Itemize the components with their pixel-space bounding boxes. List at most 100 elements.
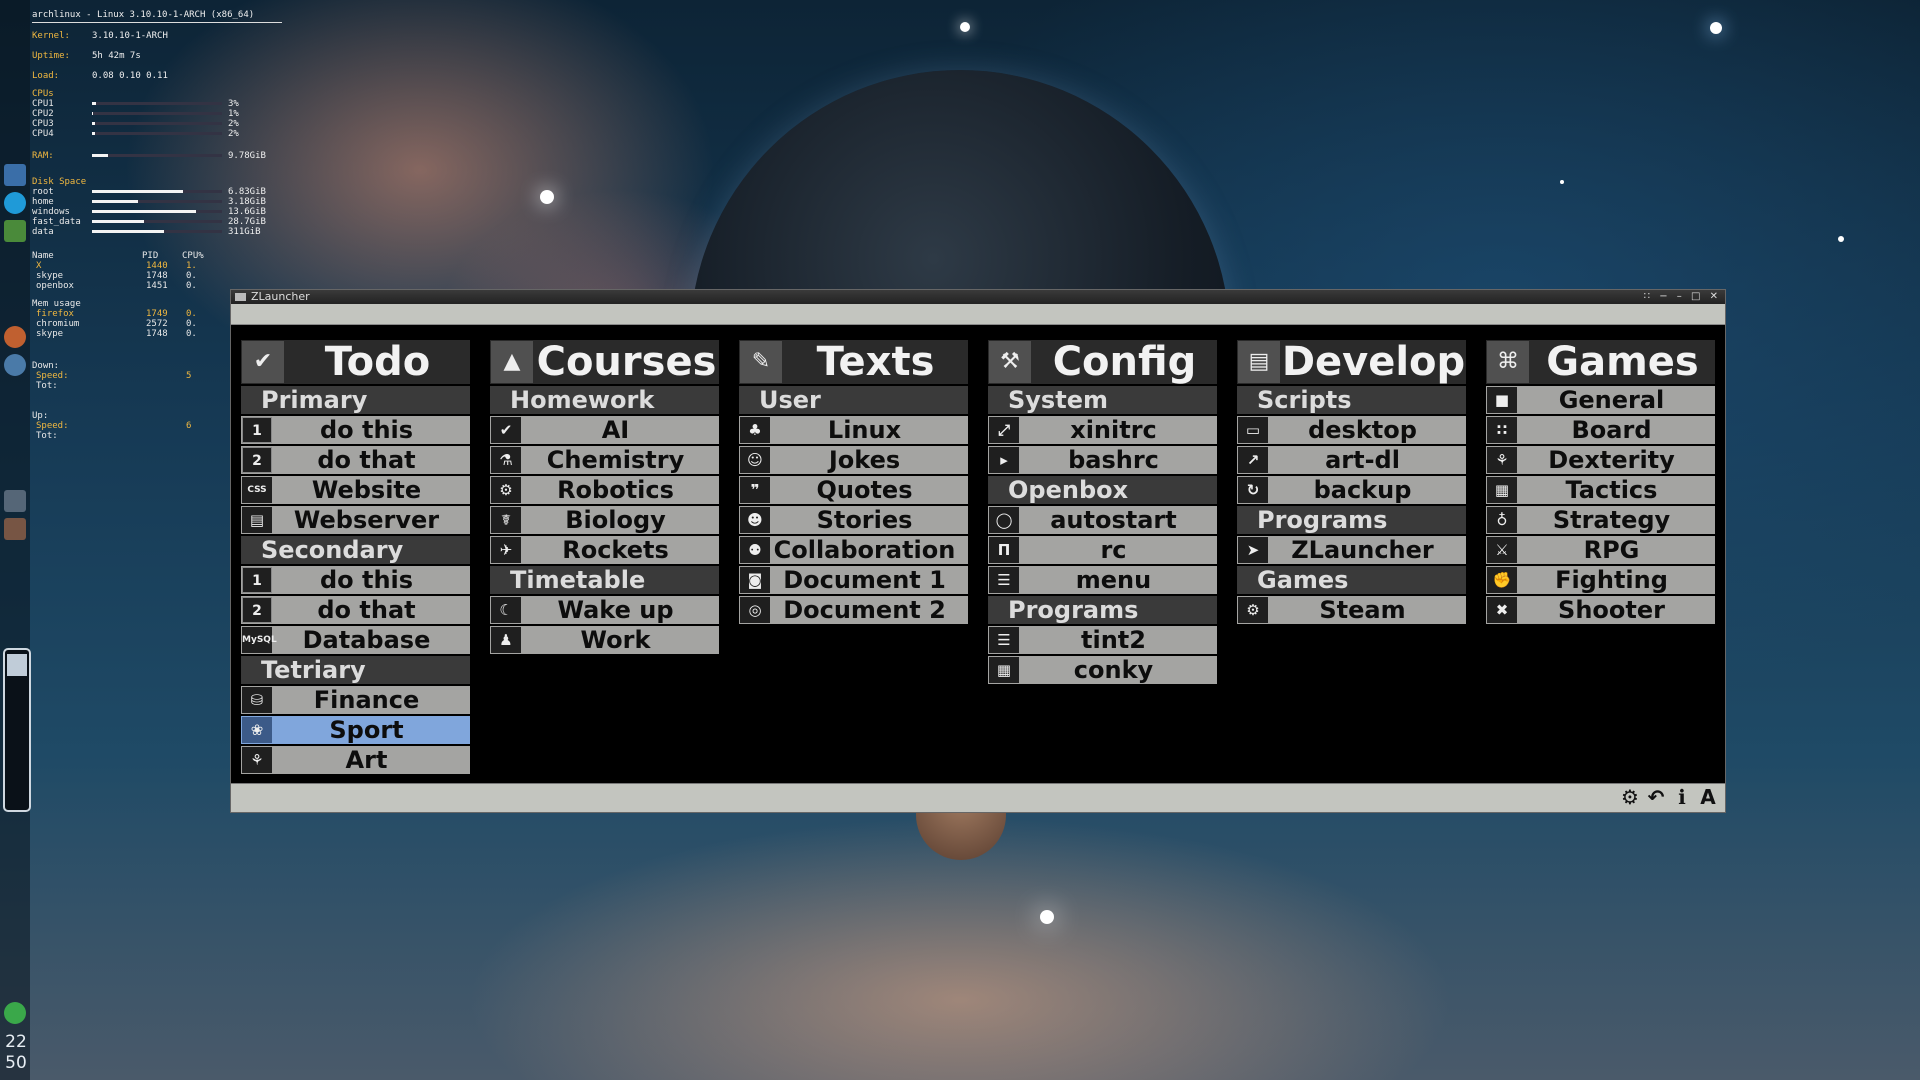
- settings-gear-icon[interactable]: ⚙: [1619, 786, 1641, 808]
- launcher-item[interactable]: ❞ Quotes: [739, 476, 968, 504]
- process-pid: 1749: [146, 309, 168, 319]
- process-pid: 1748: [146, 329, 168, 339]
- group-header[interactable]: Homework: [490, 386, 719, 414]
- taskbar-icon: ☰: [989, 627, 1019, 653]
- group-header[interactable]: Games: [1237, 566, 1466, 594]
- column-header[interactable]: ✎ Texts: [739, 340, 968, 384]
- group-header[interactable]: Tetriary: [241, 656, 470, 684]
- launcher-item[interactable]: ◯ autostart: [988, 506, 1217, 534]
- process-cpu: 0.: [186, 281, 197, 291]
- launcher-item[interactable]: ▸ bashrc: [988, 446, 1217, 474]
- launcher-item[interactable]: ✔ AI: [490, 416, 719, 444]
- launcher-item[interactable]: 1 do this: [241, 416, 470, 444]
- launcher-item[interactable]: ⚉ Collaboration: [739, 536, 968, 564]
- uptime-value: 5h 42m 7s: [92, 51, 141, 61]
- launcher-item[interactable]: ◙ Document 1: [739, 566, 968, 594]
- launcher-item[interactable]: ✊ Fighting: [1486, 566, 1715, 594]
- launcher-item[interactable]: ◎ Document 2: [739, 596, 968, 624]
- firefox-icon[interactable]: [4, 326, 26, 348]
- launcher-item[interactable]: ▦ conky: [988, 656, 1217, 684]
- info-icon[interactable]: ℹ: [1671, 786, 1693, 808]
- launcher-item[interactable]: 2 do that: [241, 596, 470, 624]
- launcher-item[interactable]: ☰ menu: [988, 566, 1217, 594]
- group-header[interactable]: Scripts: [1237, 386, 1466, 414]
- window-titlebar[interactable]: ZLauncher ∷ − – □ ✕: [231, 290, 1725, 304]
- launcher-item-label: Finance: [313, 686, 420, 714]
- proc-list: X 1440 1. skype 1748 0. openbox 1451 0.: [32, 261, 282, 291]
- launcher-item[interactable]: ⚘ Art: [241, 746, 470, 774]
- star: [960, 22, 970, 32]
- launcher-item[interactable]: ☰ tint2: [988, 626, 1217, 654]
- group-header[interactable]: User: [739, 386, 968, 414]
- skype-icon[interactable]: [4, 192, 26, 214]
- launcher-item[interactable]: ☻ Stories: [739, 506, 968, 534]
- launcher-item[interactable]: ☺ Jokes: [739, 446, 968, 474]
- disc-icon: ◎: [740, 597, 770, 623]
- launcher-item[interactable]: ✖ Shooter: [1486, 596, 1715, 624]
- chromium-icon[interactable]: [4, 354, 26, 376]
- font-icon[interactable]: A: [1697, 786, 1719, 808]
- launcher-item[interactable]: ⚘ Dexterity: [1486, 446, 1715, 474]
- launcher-item[interactable]: ☤ Biology: [490, 506, 719, 534]
- launcher-item[interactable]: ■ General: [1486, 386, 1715, 414]
- launcher-item[interactable]: ⛁ Finance: [241, 686, 470, 714]
- launcher-item[interactable]: ⤢ xinitrc: [988, 416, 1217, 444]
- window-controls[interactable]: ∷ − – □ ✕: [1644, 290, 1721, 304]
- launcher-item[interactable]: ☾ Wake up: [490, 596, 719, 624]
- launcher-item[interactable]: ❀ Sport: [241, 716, 470, 744]
- launcher-item[interactable]: ↻ backup: [1237, 476, 1466, 504]
- group-header[interactable]: Openbox: [988, 476, 1217, 504]
- launcher-item[interactable]: ⚔ RPG: [1486, 536, 1715, 564]
- launcher-item[interactable]: 1 do this: [241, 566, 470, 594]
- check-icon[interactable]: [4, 1002, 26, 1024]
- launcher-item-label: Rockets: [562, 536, 669, 564]
- launcher-item-label: backup: [1313, 476, 1412, 504]
- launcher-item[interactable]: ⚗ Chemistry: [490, 446, 719, 474]
- column-header[interactable]: ▲ Courses: [490, 340, 719, 384]
- launcher-item[interactable]: ▤ Webserver: [241, 506, 470, 534]
- launcher-item[interactable]: ▭ desktop: [1237, 416, 1466, 444]
- down-tot-label: Tot:: [36, 381, 58, 391]
- column-header[interactable]: ⌘ Games: [1486, 340, 1715, 384]
- row-value: 311GiB: [228, 227, 261, 237]
- launcher-item[interactable]: 2 do that: [241, 446, 470, 474]
- conky-row: data 311GiB: [32, 227, 282, 237]
- down-speed-label: Speed:: [36, 371, 69, 381]
- launcher-item[interactable]: ♣ Linux: [739, 416, 968, 444]
- monitor-icon[interactable]: [4, 490, 26, 512]
- launcher-item[interactable]: ♁ Strategy: [1486, 506, 1715, 534]
- row-value: 28.7GiB: [228, 217, 266, 227]
- group-header[interactable]: Timetable: [490, 566, 719, 594]
- launcher-item[interactable]: ➤ ZLauncher: [1237, 536, 1466, 564]
- launcher-item-label: autostart: [1050, 506, 1177, 534]
- launcher-item[interactable]: MySQL Database: [241, 626, 470, 654]
- column-header[interactable]: ▤ Develop: [1237, 340, 1466, 384]
- group-header[interactable]: Secondary: [241, 536, 470, 564]
- group-header[interactable]: Programs: [988, 596, 1217, 624]
- back-arrow-icon[interactable]: ↶: [1645, 786, 1667, 808]
- load-value: 0.08 0.10 0.11: [92, 71, 168, 81]
- launcher-item[interactable]: ↗ art-dl: [1237, 446, 1466, 474]
- launcher-item[interactable]: ✈ Rockets: [490, 536, 719, 564]
- launcher-item[interactable]: ⚙ Robotics: [490, 476, 719, 504]
- group-header[interactable]: Primary: [241, 386, 470, 414]
- star: [1040, 910, 1054, 924]
- windows-icon[interactable]: [4, 220, 26, 242]
- column-header[interactable]: ⚒ Config: [988, 340, 1217, 384]
- tux-icon[interactable]: [4, 518, 26, 540]
- pager-thumb[interactable]: [7, 654, 27, 676]
- column-header[interactable]: ✔ Todo: [241, 340, 470, 384]
- desktop-pager[interactable]: [3, 648, 31, 812]
- process-pid: 2572: [146, 319, 168, 329]
- launcher-item[interactable]: ▦ Tactics: [1486, 476, 1715, 504]
- launcher-item[interactable]: ♟ Work: [490, 626, 719, 654]
- column-games-icon: ⌘: [1487, 341, 1529, 383]
- column-texts-icon: ✎: [740, 341, 782, 383]
- launcher-item[interactable]: Πrc: [988, 536, 1217, 564]
- home-icon[interactable]: [4, 164, 26, 186]
- launcher-item[interactable]: ⚙ Steam: [1237, 596, 1466, 624]
- group-header[interactable]: System: [988, 386, 1217, 414]
- group-header[interactable]: Programs: [1237, 506, 1466, 534]
- launcher-item[interactable]: ∷ Board: [1486, 416, 1715, 444]
- launcher-item[interactable]: CSS Website: [241, 476, 470, 504]
